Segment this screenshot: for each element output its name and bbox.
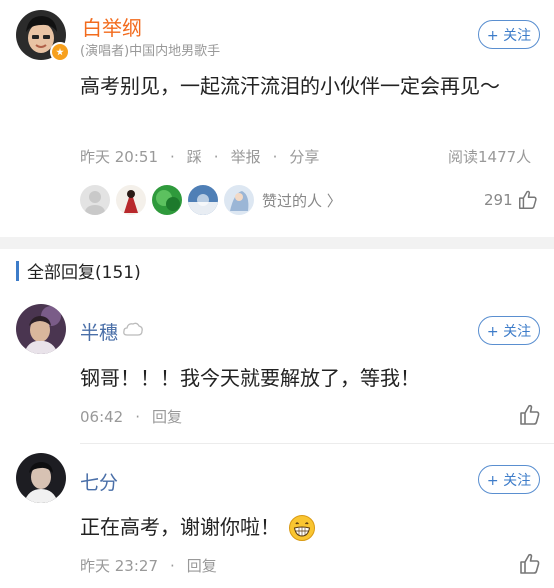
- liker-avatar: [116, 185, 146, 215]
- thumbs-up-icon[interactable]: [518, 552, 542, 576]
- section-separator: [0, 237, 554, 249]
- reply-time: 06:42: [80, 408, 124, 426]
- reply-follow-button[interactable]: + 关注: [478, 465, 540, 494]
- liker-avatar: [80, 185, 110, 215]
- report-button[interactable]: 举报: [231, 148, 261, 166]
- author-verify-text: (演唱者)中国内地男歌手: [80, 44, 221, 59]
- member-cloud-icon: [123, 322, 143, 336]
- replies-title: 全部回复(151): [27, 263, 141, 283]
- read-count: 阅读1477人: [448, 148, 532, 166]
- thumbs-up-icon[interactable]: [518, 403, 542, 427]
- follow-button[interactable]: + 关注: [478, 20, 540, 49]
- like-control[interactable]: 291: [484, 189, 539, 211]
- reply-button[interactable]: 回复: [152, 408, 182, 426]
- author-name[interactable]: 白举纲: [82, 12, 142, 41]
- main-post: 白举纲 (演唱者)中国内地男歌手 + 关注 高考别见，一起流汗流泪的小伙伴一定会…: [0, 0, 554, 236]
- reply-meta: 昨天 23:27 · 回复: [80, 557, 217, 575]
- post-content: 高考别见，一起流汗流泪的小伙伴一定会再见～: [80, 74, 500, 98]
- reply-avatar[interactable]: [16, 453, 66, 503]
- reply-author-name[interactable]: 半穗: [80, 318, 118, 345]
- section-marker: [16, 260, 19, 281]
- reply-content: 正在高考，谢谢你啦！: [80, 511, 316, 544]
- dislike-button[interactable]: 踩: [187, 148, 202, 166]
- reply-button[interactable]: 回复: [187, 557, 217, 575]
- post-meta: 昨天 20:51 · 踩 · 举报 · 分享: [80, 148, 320, 166]
- reply-meta: 06:42 · 回复: [80, 408, 183, 426]
- reply-follow-button[interactable]: + 关注: [478, 316, 540, 345]
- replies-header: 全部回复(151): [16, 258, 141, 283]
- likers-label[interactable]: 赞过的人 〉: [262, 190, 342, 211]
- liker-avatar: [224, 185, 254, 215]
- share-button[interactable]: 分享: [289, 148, 319, 166]
- like-count: 291: [484, 191, 513, 209]
- reply-text: 正在高考，谢谢你啦！: [80, 515, 280, 539]
- reply-avatar[interactable]: [16, 304, 66, 354]
- reply-time: 昨天 23:27: [80, 557, 158, 575]
- reply-content: 钢哥！！！我今天就要解放了，等我！: [80, 366, 420, 390]
- post-time: 昨天 20:51: [80, 148, 158, 166]
- thumbs-up-icon: [518, 190, 537, 209]
- liker-avatar: [152, 185, 182, 215]
- reply-divider: [80, 443, 554, 444]
- reply-author-name[interactable]: 七分: [80, 468, 118, 495]
- liker-avatar: [188, 185, 218, 215]
- grin-emoji-icon: [289, 514, 315, 541]
- verified-badge-icon: [50, 42, 70, 62]
- likers-row[interactable]: 赞过的人 〉: [80, 185, 342, 215]
